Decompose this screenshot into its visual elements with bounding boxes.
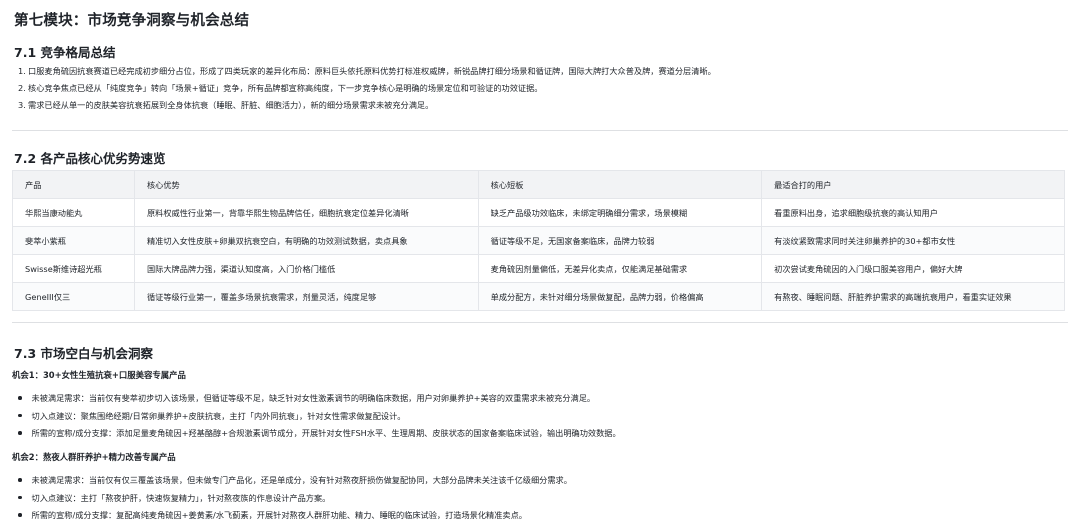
header-target-user: 最适合打的用户	[761, 170, 1065, 199]
table-row: 华熙当康动能丸 原料权威性行业第一，背靠华熙生物品牌信任，细胞抗衰定位差异化清晰…	[12, 198, 1065, 227]
cell-weakness: 单成分配方，未针对细分场景做复配，品牌力弱，价格偏高	[477, 282, 763, 311]
header-product: 产品	[12, 170, 135, 199]
cell-advantage: 原料权威性行业第一，背靠华熙生物品牌信任，细胞抗衰定位差异化清晰	[133, 198, 479, 227]
cell-weakness: 缺乏产品级功效临床，未绑定明确细分需求，场景模糊	[477, 198, 763, 227]
document-page: 第七模块：市场竞争洞察与机会总结 7.1 竞争格局总结 1. 口服麦角硫因抗衰赛道…	[0, 0, 1080, 526]
list-item: 2. 核心竞争焦点已经从「纯度竞争」转向「场景+循证」竞争，所有品牌都宣称高纯度，…	[18, 83, 543, 93]
list-item: 1. 口服麦角硫因抗衰赛道已经完成初步细分占位，形成了四类玩家的差异化布局：原料巨…	[18, 66, 716, 76]
cell-product: 斐萃小紫瓶	[12, 226, 135, 255]
bullet-icon	[18, 478, 22, 482]
opportunity-1-title: 机会1：30+女性生殖抗衰+口服美容专属产品	[12, 370, 186, 380]
table-header-row: 产品 核心优势 核心短板 最适合打的用户	[12, 170, 1065, 199]
bullet-icon	[18, 495, 22, 499]
table-row: GeneIII仅三 循证等级行业第一，覆盖多场景抗衰需求，剂量灵活，纯度足够 单…	[12, 282, 1065, 311]
module-title: 第七模块：市场竞争洞察与机会总结	[14, 13, 250, 29]
header-advantage: 核心优势	[133, 170, 479, 199]
cell-target-user: 看重原料出身，追求细胞级抗衰的高认知用户	[761, 198, 1065, 227]
cell-target-user: 有熬夜、睡眠问题、肝脏养护需求的高端抗衰用户，看重实证效果	[761, 282, 1065, 311]
cell-weakness: 循证等级不足，无国家备案临床，品牌力较弱	[477, 226, 763, 255]
bullet-icon	[18, 513, 22, 517]
opportunity-2-title: 机会2：熬夜人群肝养护+精力改善专属产品	[12, 452, 176, 462]
list-item: 未被满足需求：当前仅有斐萃初步切入该场景，但循证等级不足，缺乏针对女性激素调节的…	[14, 390, 621, 408]
cell-product: 华熙当康动能丸	[12, 198, 135, 227]
cell-advantage: 精准切入女性皮肤+卵巢双抗衰空白，有明确的功效测试数据，卖点具象	[133, 226, 479, 255]
section-7-1-title: 7.1 竞争格局总结	[14, 45, 116, 60]
competition-summary-list: 1. 口服麦角硫因抗衰赛道已经完成初步细分占位，形成了四类玩家的差异化布局：原料巨…	[18, 63, 716, 114]
cell-advantage: 国际大牌品牌力强，渠道认知度高，入门价格门槛低	[133, 254, 479, 283]
section-divider	[12, 130, 1068, 131]
bullet-icon	[18, 413, 22, 417]
opportunity-2-list: 未被满足需求：当前仅有仅三覆盖该场景，但未做专门产品化，还是单成分，没有针对熬夜…	[14, 472, 572, 525]
bullet-icon	[18, 396, 22, 400]
table-row: Swisse斯维诗超光瓶 国际大牌品牌力强，渠道认知度高，入门价格门槛低 麦角硫…	[12, 254, 1065, 283]
list-item: 3. 需求已经从单一的皮肤美容抗衰拓展到全身体抗衰（睡眠、肝脏、细胞活力），新的细…	[18, 100, 434, 110]
cell-weakness: 麦角硫因剂量偏低，无差异化卖点，仅能满足基础需求	[477, 254, 763, 283]
list-item: 切入点建议：聚焦围绝经期/日常卵巢养护+皮肤抗衰，主打「内外同抗衰」，针对女性需…	[14, 408, 621, 426]
section-7-2-title: 7.2 各产品核心优劣势速览	[14, 151, 166, 166]
product-comparison-table: 产品 核心优势 核心短板 最适合打的用户 华熙当康动能丸 原料权威性行业第一，背…	[12, 170, 1065, 311]
section-divider	[12, 322, 1068, 323]
section-7-3-title: 7.3 市场空白与机会洞察	[14, 346, 153, 361]
table-row: 斐萃小紫瓶 精准切入女性皮肤+卵巢双抗衰空白，有明确的功效测试数据，卖点具象 循…	[12, 226, 1065, 255]
bullet-icon	[18, 431, 22, 435]
list-item: 所需的宣称/成分支撑：复配高纯麦角硫因+姜黄素/水飞蓟素，开展针对熬夜人群肝功能…	[14, 507, 572, 525]
cell-target-user: 有淡纹紧致需求同时关注卵巢养护的30+都市女性	[761, 226, 1065, 255]
list-item: 未被满足需求：当前仅有仅三覆盖该场景，但未做专门产品化，还是单成分，没有针对熬夜…	[14, 472, 572, 490]
cell-product: Swisse斯维诗超光瓶	[12, 254, 135, 283]
header-weakness: 核心短板	[477, 170, 763, 199]
list-item: 切入点建议：主打「熬夜护肝，快速恢复精力」，针对熬夜族的作息设计产品方案。	[14, 490, 572, 508]
cell-advantage: 循证等级行业第一，覆盖多场景抗衰需求，剂量灵活，纯度足够	[133, 282, 479, 311]
list-item: 所需的宣称/成分支撑：添加足量麦角硫因+羟基酪醇+合规激素调节成分，开展针对女性…	[14, 425, 621, 443]
opportunity-1-list: 未被满足需求：当前仅有斐萃初步切入该场景，但循证等级不足，缺乏针对女性激素调节的…	[14, 390, 621, 443]
cell-product: GeneIII仅三	[12, 282, 135, 311]
cell-target-user: 初次尝试麦角硫因的入门级口服美容用户，偏好大牌	[761, 254, 1065, 283]
